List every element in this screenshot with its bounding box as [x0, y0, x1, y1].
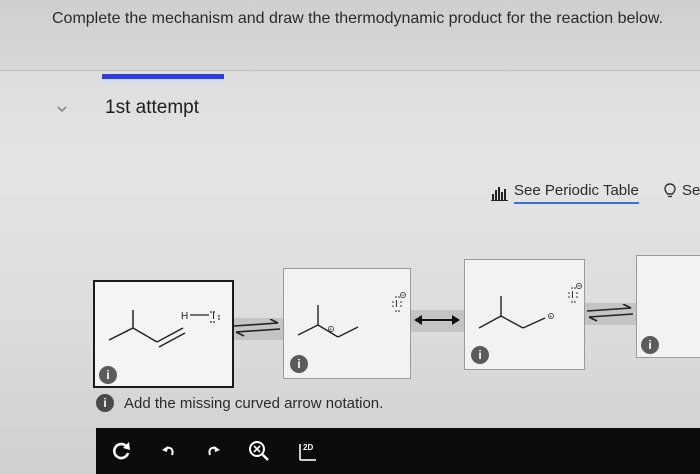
resonance-arrow [414, 315, 460, 325]
info-icon[interactable]: i [641, 336, 659, 354]
info-icon-letter: i [103, 396, 107, 410]
info-icon: i [96, 394, 114, 412]
periodic-table-icon [491, 187, 508, 201]
hint-label: Se [682, 182, 700, 199]
intermediate-panel-1[interactable]: + I i [283, 268, 411, 379]
info-icon-letter: i [106, 368, 110, 382]
attempt-tab-indicator[interactable] [102, 74, 224, 79]
feedback-text: Add the missing curved arrow notation. [124, 394, 384, 412]
header-divider [0, 70, 700, 71]
hi-reagent-h: H [181, 311, 188, 322]
info-icon[interactable]: i [471, 346, 489, 364]
undo-icon[interactable] [156, 438, 182, 464]
question-header: Complete the mechanism and draw the ther… [0, 0, 700, 72]
svg-text:+: + [329, 327, 332, 333]
info-icon-letter: i [648, 338, 652, 352]
info-icon-letter: i [297, 357, 301, 371]
redo-icon[interactable] [200, 438, 226, 464]
2d-template-label: 2D [303, 443, 313, 452]
iodide-ion: I [571, 290, 574, 301]
feedback-message: i Add the missing curved arrow notation. [96, 394, 383, 412]
zoom-icon[interactable] [246, 438, 272, 464]
info-icon-letter: i [478, 348, 482, 362]
periodic-table-link[interactable]: See Periodic Table [491, 182, 639, 204]
iodide-ion: I [395, 299, 398, 310]
question-text: Complete the mechanism and draw the ther… [52, 10, 663, 27]
chevron-down-icon[interactable] [57, 104, 67, 114]
equilibrium-arrow-2 [586, 304, 634, 322]
intermediate-panel-2[interactable]: + I i [464, 259, 585, 370]
svg-text:+: + [549, 314, 552, 320]
info-icon[interactable]: i [290, 355, 308, 373]
product-panel[interactable]: i [636, 255, 700, 358]
periodic-table-label: See Periodic Table [514, 182, 639, 204]
info-icon[interactable]: i [99, 366, 117, 384]
reactant-panel[interactable]: H I i [93, 280, 234, 388]
attempt-title: 1st attempt [105, 97, 199, 118]
2d-template-icon[interactable]: 2D [294, 438, 320, 464]
reset-icon[interactable] [108, 438, 134, 464]
drawing-toolbar: 2D [96, 428, 700, 474]
lightbulb-icon [664, 182, 676, 197]
equilibrium-arrow-1 [233, 319, 281, 337]
hint-link[interactable]: Se [664, 182, 700, 199]
